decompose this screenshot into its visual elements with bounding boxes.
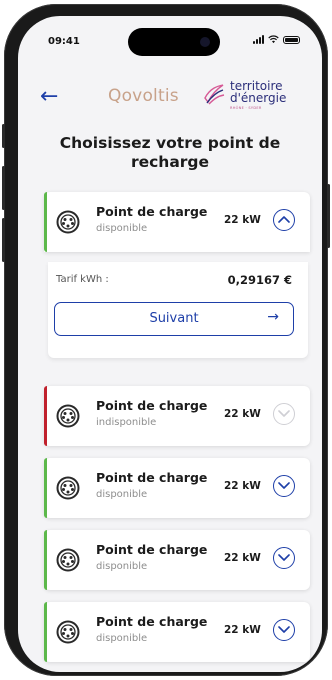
chevron-down-icon[interactable]: [273, 619, 295, 641]
ev-plug-icon: [56, 620, 80, 644]
camera-icon: [200, 37, 210, 47]
volume-down-button: [2, 218, 5, 262]
power-button: [327, 184, 330, 248]
logo-line2: d'énergie: [230, 91, 287, 105]
charge-point-name: Point de charge: [96, 398, 208, 413]
app-screen: 09:41 ← Qovoltis territoire d'énergie RH…: [18, 16, 322, 672]
ev-plug-icon: [56, 404, 80, 428]
qovoltis-logo: Qovoltis: [108, 86, 179, 106]
status-time: 09:41: [48, 36, 80, 47]
territoire-energie-logo-text: territoire d'énergie: [230, 80, 286, 104]
charge-point-status: disponible: [96, 561, 148, 572]
status-bar-indicator: [44, 530, 47, 590]
charge-point-power: 22 kW: [224, 214, 261, 226]
charge-point-status: indisponible: [96, 417, 157, 428]
charge-point-name: Point de charge: [96, 614, 208, 629]
page-title: Choisissez votre point de recharge: [59, 134, 281, 171]
charge-point-status: disponible: [96, 633, 148, 644]
chevron-down-icon[interactable]: [273, 547, 295, 569]
status-bar-indicator: [44, 386, 47, 446]
status-bar-indicator: [44, 602, 47, 662]
charge-point-card[interactable]: Point de charge indisponible 22 kW: [44, 386, 310, 446]
charge-point-power: 22 kW: [224, 624, 261, 636]
ev-plug-icon: [56, 210, 80, 234]
tarif-label: Tarif kWh :: [56, 274, 109, 285]
chevron-down-icon: [273, 403, 295, 425]
chevron-down-icon[interactable]: [273, 475, 295, 497]
charge-point-card[interactable]: Point de charge disponible 22 kW: [44, 458, 310, 518]
status-bar-indicator: [44, 458, 47, 518]
charge-point-status: disponible: [96, 489, 148, 500]
charge-point-name: Point de charge: [96, 204, 208, 219]
chevron-up-icon[interactable]: [273, 209, 295, 231]
mute-switch: [2, 124, 5, 148]
battery-icon: [283, 35, 300, 44]
status-bar-indicator: [44, 192, 47, 252]
charge-point-card[interactable]: Point de charge disponible 22 kW: [44, 530, 310, 590]
charge-point-power: 22 kW: [224, 480, 261, 492]
selected-charge-point-details: Tarif kWh : 0,29167 € Suivant →: [48, 262, 308, 358]
logo-subtitle: RHÔNE · SYDER: [230, 106, 262, 110]
wifi-icon: [268, 35, 279, 44]
dynamic-island: [128, 28, 220, 56]
next-button[interactable]: Suivant →: [54, 302, 294, 336]
charge-point-status: disponible: [96, 223, 148, 234]
phone-frame: 09:41 ← Qovoltis territoire d'énergie RH…: [2, 4, 330, 676]
signal-icon: [253, 35, 264, 44]
next-button-label: Suivant: [149, 311, 199, 326]
territoire-energie-logo-mark: [204, 84, 225, 105]
charge-point-name: Point de charge: [96, 470, 208, 485]
back-arrow-icon[interactable]: ←: [40, 86, 58, 108]
arrow-right-icon: →: [267, 309, 279, 325]
charge-point-name: Point de charge: [96, 542, 208, 557]
ev-plug-icon: [56, 476, 80, 500]
volume-up-button: [2, 166, 5, 210]
charge-point-card[interactable]: Point de charge disponible 22 kW: [44, 602, 310, 662]
charge-point-power: 22 kW: [224, 552, 261, 564]
ev-plug-icon: [56, 548, 80, 572]
charge-point-power: 22 kW: [224, 408, 261, 420]
app-header: ← Qovoltis territoire d'énergie RHÔNE · …: [18, 72, 322, 116]
charge-point-card[interactable]: Point de charge disponible 22 kW: [44, 192, 310, 252]
tarif-value: 0,29167 €: [227, 273, 292, 287]
status-icons: [253, 35, 300, 44]
